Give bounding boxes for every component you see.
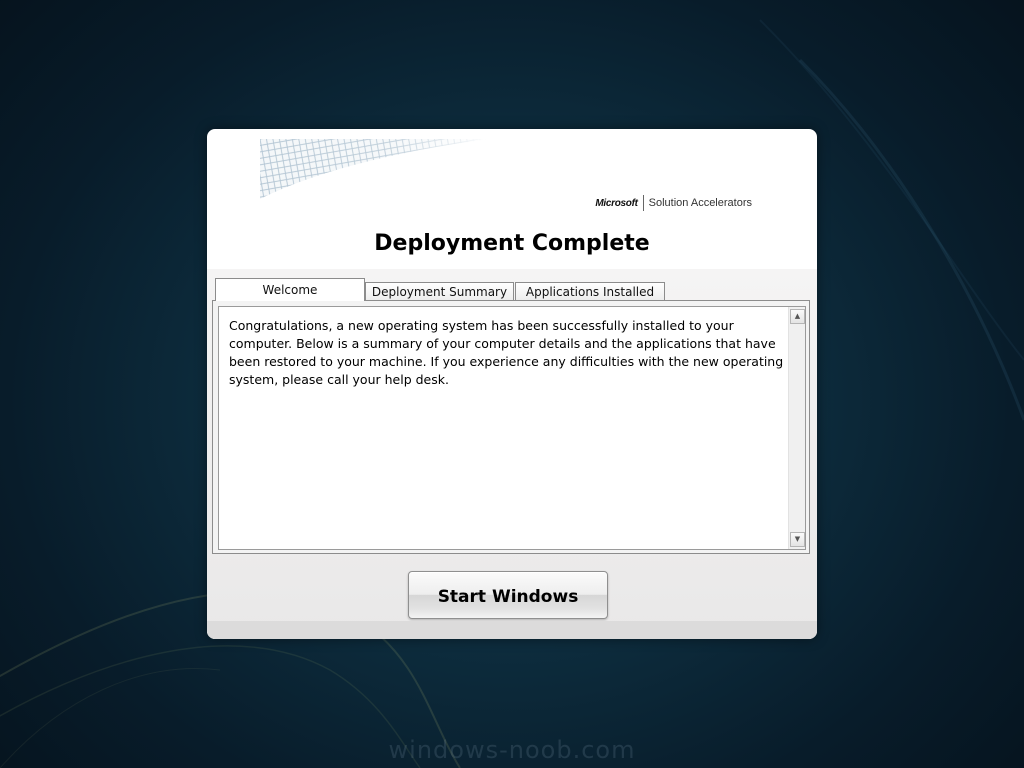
deployment-complete-dialog: Microsoft Solution Accelerators Deployme… — [207, 129, 817, 639]
brand-company: Microsoft — [595, 197, 638, 209]
welcome-message: Congratulations, a new operating system … — [229, 318, 784, 387]
page-title: Deployment Complete — [374, 231, 650, 256]
watermark-text: windows-noob.com — [388, 736, 636, 764]
tab-applications-installed[interactable]: Applications Installed — [515, 282, 665, 301]
tab-welcome[interactable]: Welcome — [215, 278, 365, 301]
microsoft-solution-accelerators-logo: Microsoft Solution Accelerators — [595, 195, 752, 211]
brand-product: Solution Accelerators — [648, 197, 752, 209]
vertical-scrollbar[interactable]: ▲ ▼ — [788, 307, 805, 549]
desktop-background: windows-noob.com Microsoft Solution Acce… — [0, 0, 1024, 768]
brand-separator — [642, 195, 644, 211]
scroll-down-arrow-icon[interactable]: ▼ — [790, 532, 805, 547]
tab-deployment-summary[interactable]: Deployment Summary — [365, 282, 514, 301]
welcome-textbox[interactable]: Congratulations, a new operating system … — [218, 306, 806, 550]
dialog-bottom-strip — [207, 621, 817, 639]
tab-panel-welcome: Congratulations, a new operating system … — [212, 300, 810, 554]
tab-strip: Welcome Deployment Summary Applications … — [215, 278, 666, 301]
scroll-up-arrow-icon[interactable]: ▲ — [790, 309, 805, 324]
start-windows-button[interactable]: Start Windows — [408, 571, 608, 619]
